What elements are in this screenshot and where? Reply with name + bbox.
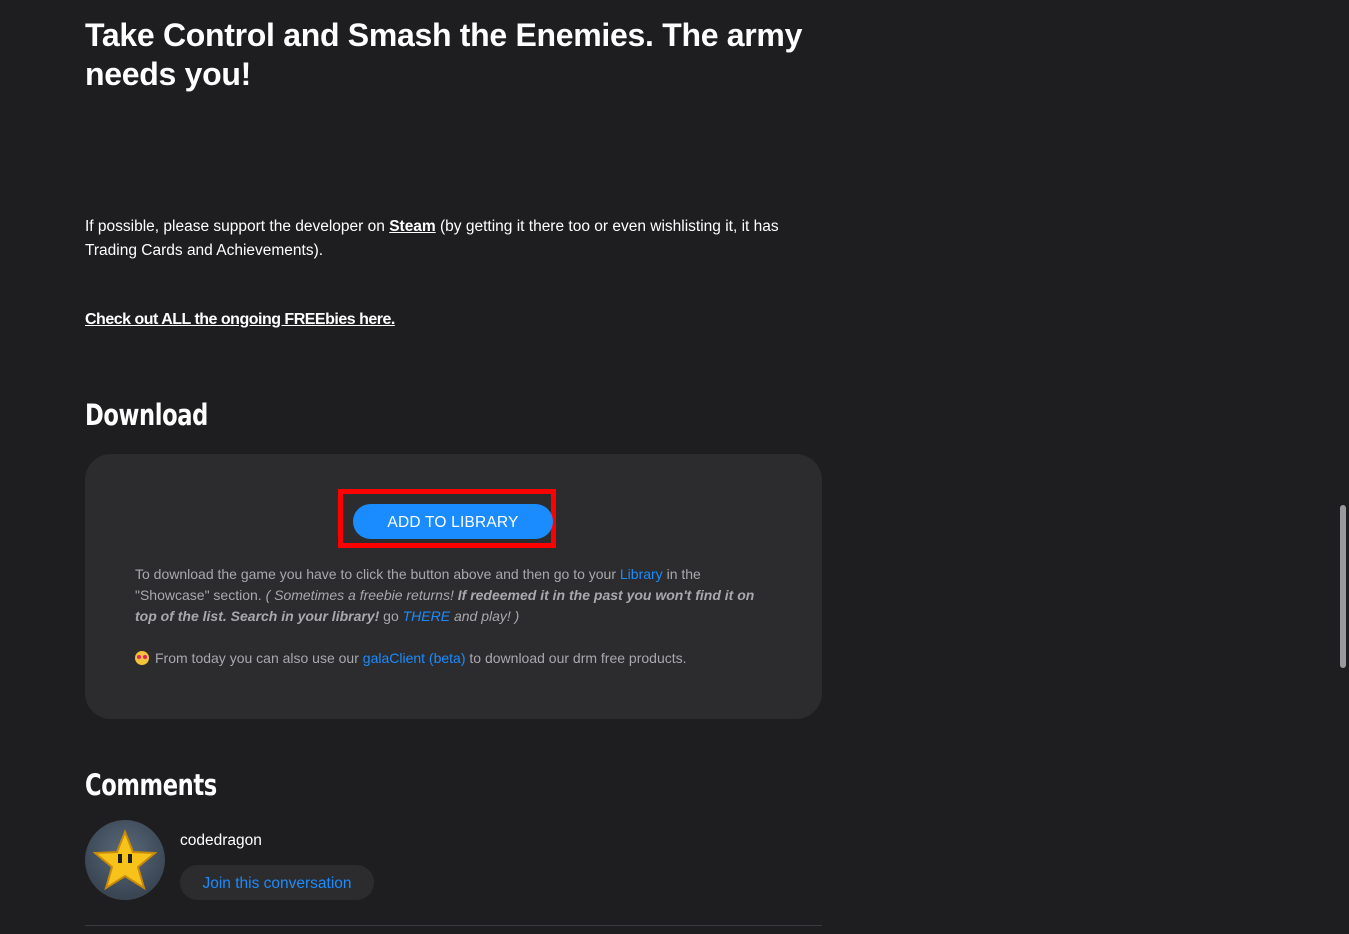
instructions-go: go xyxy=(379,608,403,624)
download-section-title: Download xyxy=(85,398,208,432)
there-link[interactable]: THERE xyxy=(403,608,450,624)
library-link[interactable]: Library xyxy=(620,566,663,582)
download-panel: ADD TO LIBRARY To download the game you … xyxy=(85,454,822,719)
instructions-text-1: To download the game you have to click t… xyxy=(135,566,620,582)
star-icon xyxy=(93,829,157,891)
comment-username: codedragon xyxy=(180,832,262,849)
client-text-before: From today you can also use our xyxy=(155,650,363,666)
steam-link[interactable]: Steam xyxy=(389,218,436,235)
article-headline: Take Control and Smash the Enemies. The … xyxy=(85,17,803,92)
star-struck-emoji-icon xyxy=(135,651,149,665)
comment-divider xyxy=(85,925,822,926)
comment-entry: codedragon Join this conversation xyxy=(85,820,822,934)
gala-client-link[interactable]: galaClient (beta) xyxy=(363,650,466,666)
support-paragraph: If possible, please support the develope… xyxy=(85,215,825,263)
download-instructions: To download the game you have to click t… xyxy=(135,564,775,627)
instructions-italic-2: and play! ) xyxy=(450,608,520,624)
gala-client-line: From today you can also use our galaClie… xyxy=(135,648,775,669)
join-conversation-button[interactable]: Join this conversation xyxy=(180,865,374,900)
scrollbar-thumb[interactable] xyxy=(1340,505,1346,668)
comments-section-title: Comments xyxy=(85,768,217,802)
scrollbar[interactable] xyxy=(1337,0,1349,934)
avatar[interactable] xyxy=(85,820,165,900)
support-text-before: If possible, please support the develope… xyxy=(85,218,390,235)
page: Take Control and Smash the Enemies. The … xyxy=(0,0,1349,934)
instructions-italic-1: ( Sometimes a freebie returns! xyxy=(265,587,458,603)
freebies-link[interactable]: Check out ALL the ongoing FREEbies here. xyxy=(85,311,395,329)
client-text-after: to download our drm free products. xyxy=(465,650,687,666)
add-to-library-button[interactable]: ADD TO LIBRARY xyxy=(353,504,553,539)
